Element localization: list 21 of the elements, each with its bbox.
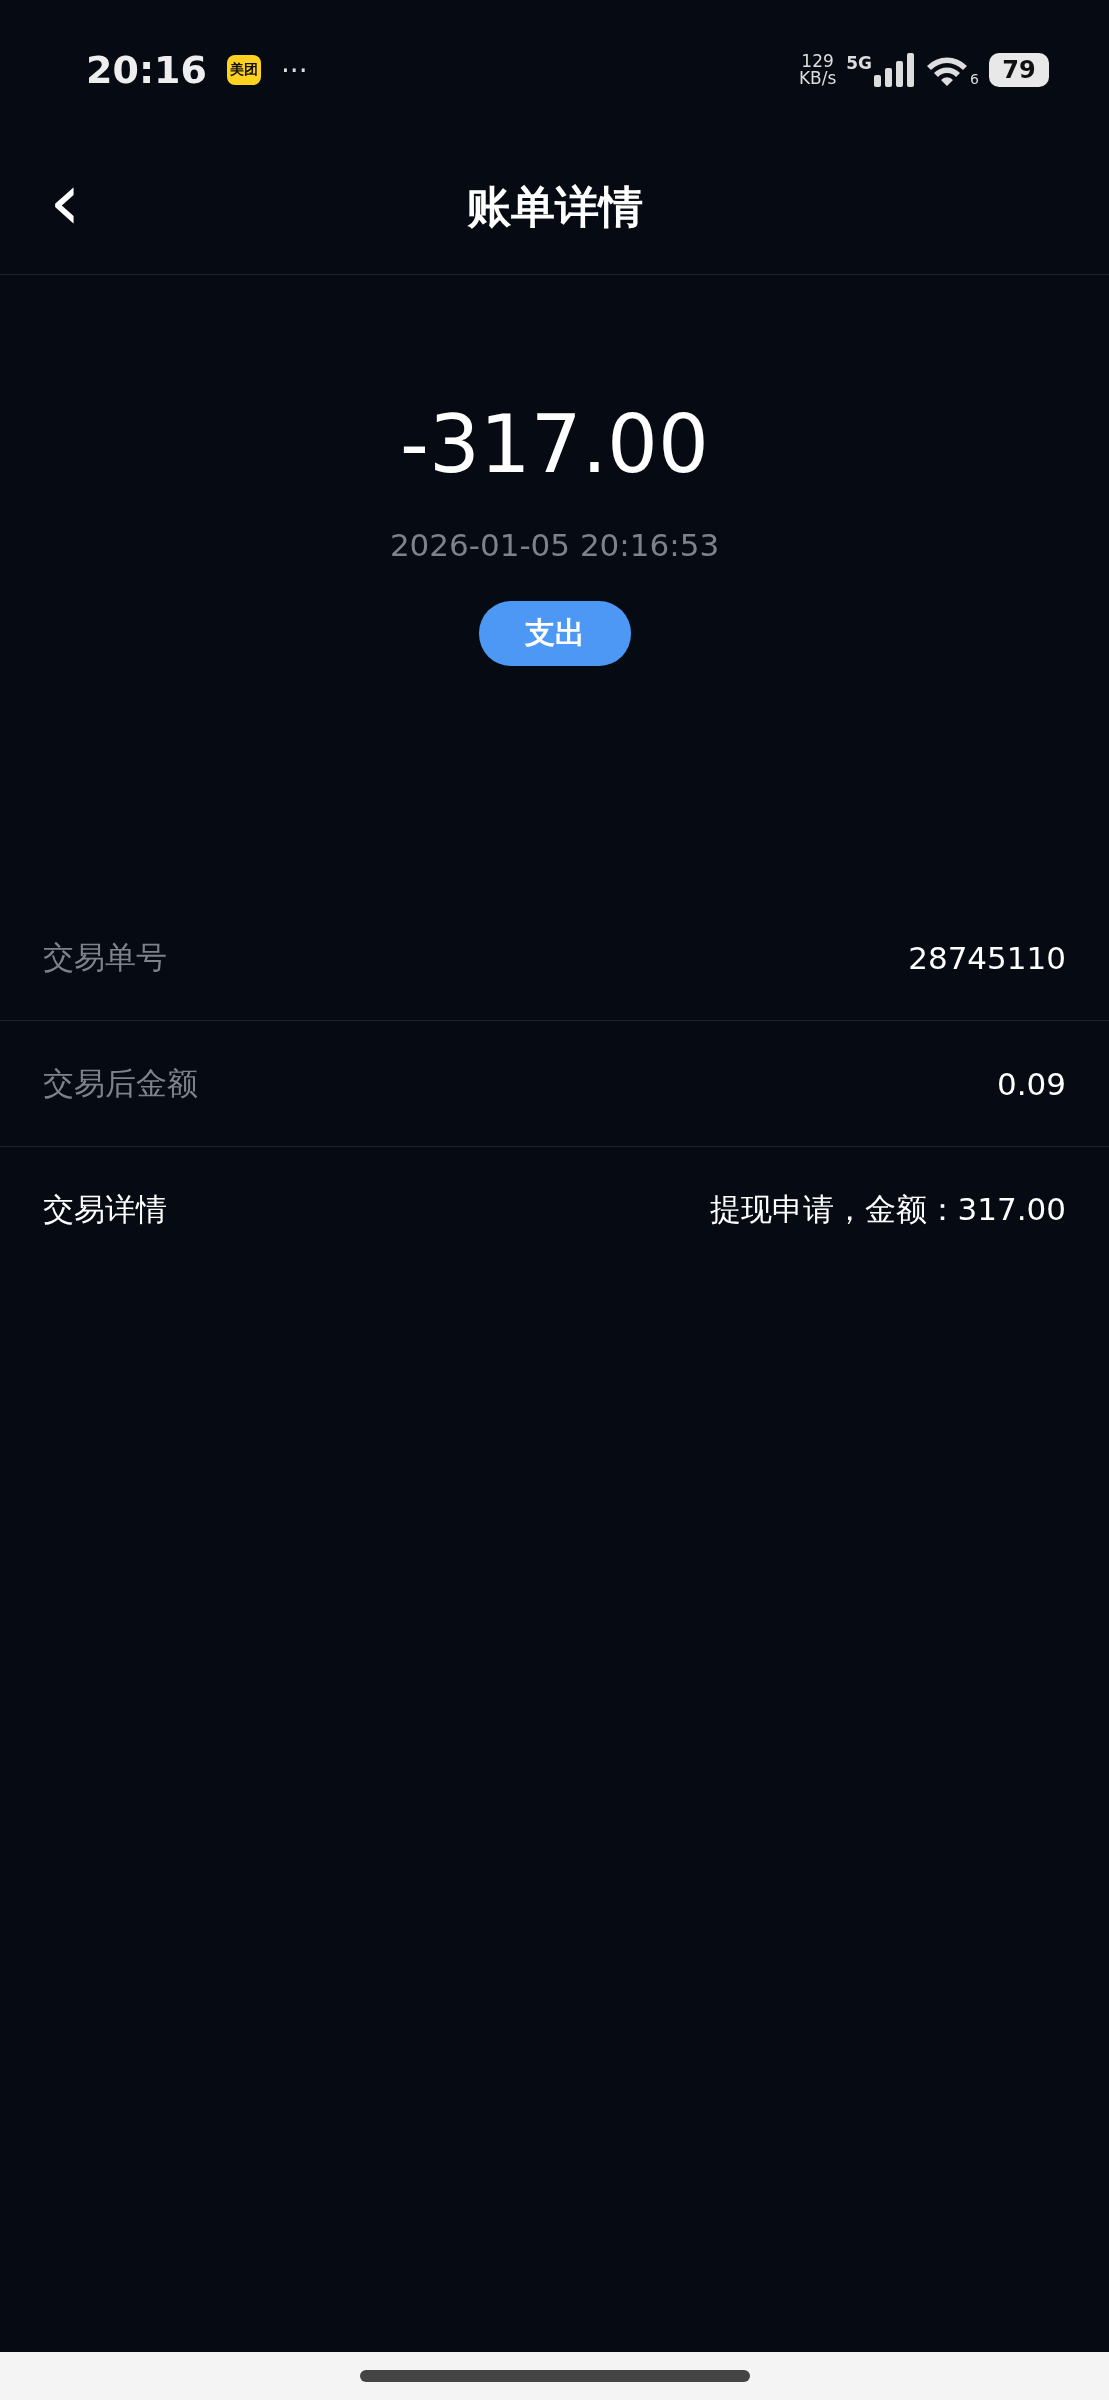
network-speed: 129 (801, 53, 834, 70)
wifi-standard: 6 (970, 71, 979, 87)
signal-icon (874, 53, 915, 87)
transaction-time: 2026-01-05 20:16:53 (389, 527, 720, 563)
row-value: 28745110 (908, 939, 1066, 976)
page-title: 账单详情 (465, 179, 644, 234)
speed-unit: KB/s (798, 70, 837, 87)
battery-icon: 79 (989, 53, 1049, 87)
network-type: 5G (846, 53, 873, 73)
transaction-type-tag: 支出 (478, 601, 631, 666)
row-label: 交易单号 (43, 937, 167, 977)
app-notification-icon: 美团 (226, 55, 261, 85)
home-indicator[interactable] (359, 2370, 750, 2382)
row-label: 交易后金额 (43, 1063, 198, 1103)
row-value: 提现申请，金额：317.00 (709, 1189, 1066, 1229)
row-value: 0.09 (996, 1065, 1066, 1102)
row-label: 交易详情 (43, 1189, 167, 1229)
amount: -317.00 (400, 405, 709, 485)
more-notifications: ··· (280, 53, 308, 87)
back-button[interactable]: ‹ (0, 157, 130, 257)
clock-time: 20:16 (86, 48, 207, 92)
